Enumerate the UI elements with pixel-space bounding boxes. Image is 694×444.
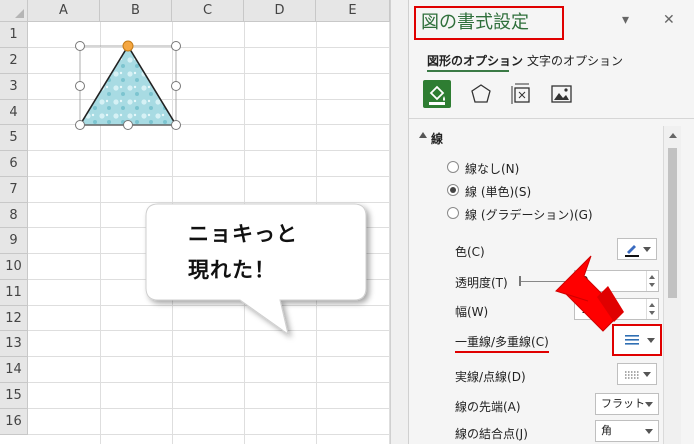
tab-text-options[interactable]: 文字のオプション	[527, 52, 623, 69]
pane-options-dropdown[interactable]: ▾	[622, 12, 629, 28]
radio-solid-line[interactable]	[447, 184, 459, 196]
dash-type-label: 実線/点線(D)	[455, 370, 526, 384]
width-label: 幅(W)	[455, 305, 489, 319]
picture-icon[interactable]	[547, 80, 575, 108]
join-type-label: 線の結合点(J)	[455, 427, 528, 441]
width-value: 1 pt	[581, 302, 605, 316]
tab-shape-options[interactable]: 図形のオプション	[427, 52, 523, 69]
format-picture-pane: 図の書式設定 ▾ ✕ 図形のオプション 文字のオプション 線 線なし(N) 線 …	[408, 0, 694, 444]
transparency-input[interactable]: 0	[574, 270, 659, 292]
join-type-dropdown[interactable]: 角	[595, 420, 659, 442]
sheet-vertical-scrollbar[interactable]	[390, 0, 408, 444]
radio-gradient-line-label[interactable]: 線 (グラデーション)(G)	[465, 206, 593, 223]
dash-type-button[interactable]	[617, 363, 657, 385]
color-label: 色(C)	[455, 245, 485, 259]
close-icon[interactable]: ✕	[663, 12, 675, 28]
transparency-value: 0	[581, 274, 589, 288]
cap-type-value: フラット	[601, 397, 645, 410]
radio-gradient-line[interactable]	[447, 207, 459, 219]
width-input[interactable]: 1 pt	[574, 298, 659, 320]
fill-line-icon[interactable]	[423, 80, 451, 108]
radio-no-line[interactable]	[447, 161, 459, 173]
triangle-shape[interactable]	[78, 44, 178, 126]
cap-type-label: 線の先端(A)	[455, 400, 521, 414]
collapse-caret-icon[interactable]	[419, 132, 427, 138]
line-color-button[interactable]	[617, 238, 657, 260]
pane-scrollbar[interactable]	[663, 126, 681, 444]
radio-no-line-label[interactable]: 線なし(N)	[465, 160, 519, 177]
radio-solid-line-label[interactable]: 線 (単色)(S)	[465, 183, 531, 200]
join-type-value: 角	[601, 424, 612, 437]
active-tab-underline	[427, 70, 509, 72]
transparency-slider[interactable]	[519, 281, 569, 282]
transparency-slider-thumb[interactable]	[519, 276, 521, 286]
transparency-label: 透明度(T)	[455, 276, 508, 290]
cap-type-dropdown[interactable]: フラット	[595, 393, 659, 415]
section-line-header[interactable]: 線	[431, 130, 443, 147]
callout-line-2: 現れた！	[188, 258, 276, 282]
callout-line-1: ニョキっと	[188, 222, 298, 246]
adjustment-handle[interactable]	[122, 40, 134, 52]
compound-type-button[interactable]	[612, 324, 662, 356]
pane-separator	[409, 118, 694, 119]
scroll-thumb[interactable]	[668, 148, 677, 298]
compound-type-label: 一重線/多重線(C)	[455, 333, 549, 353]
effects-pentagon-icon[interactable]	[467, 80, 495, 108]
pane-title: 図の書式設定	[414, 6, 564, 40]
scroll-up-icon[interactable]	[668, 130, 678, 140]
size-properties-icon[interactable]	[507, 80, 535, 108]
